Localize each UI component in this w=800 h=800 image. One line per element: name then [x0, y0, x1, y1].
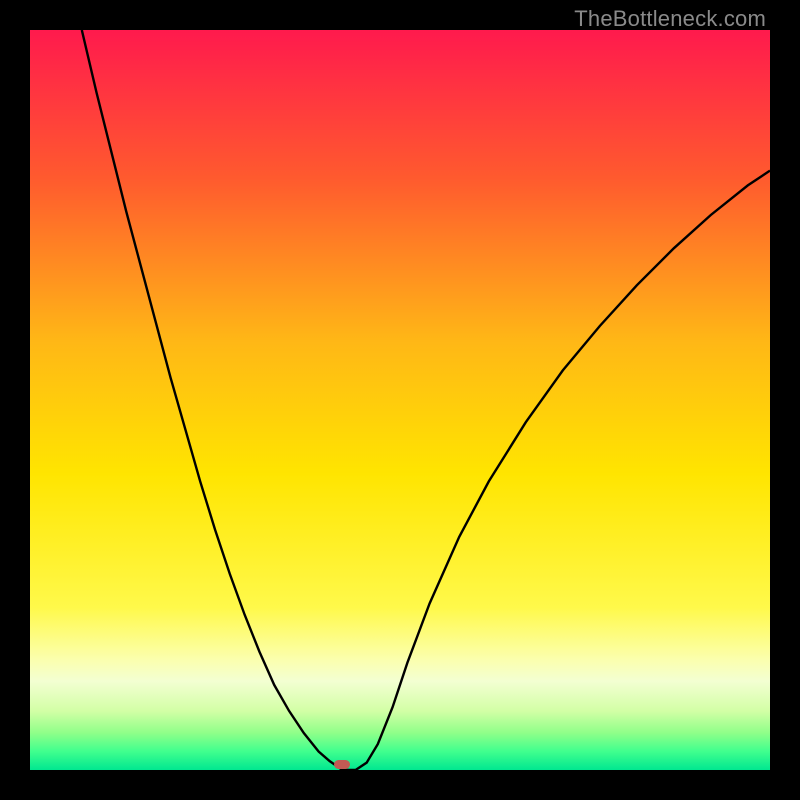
plot-area	[30, 30, 770, 770]
optimal-marker	[334, 760, 350, 769]
chart-frame: TheBottleneck.com	[0, 0, 800, 800]
watermark-label: TheBottleneck.com	[574, 6, 766, 32]
bottleneck-curve	[30, 30, 770, 770]
